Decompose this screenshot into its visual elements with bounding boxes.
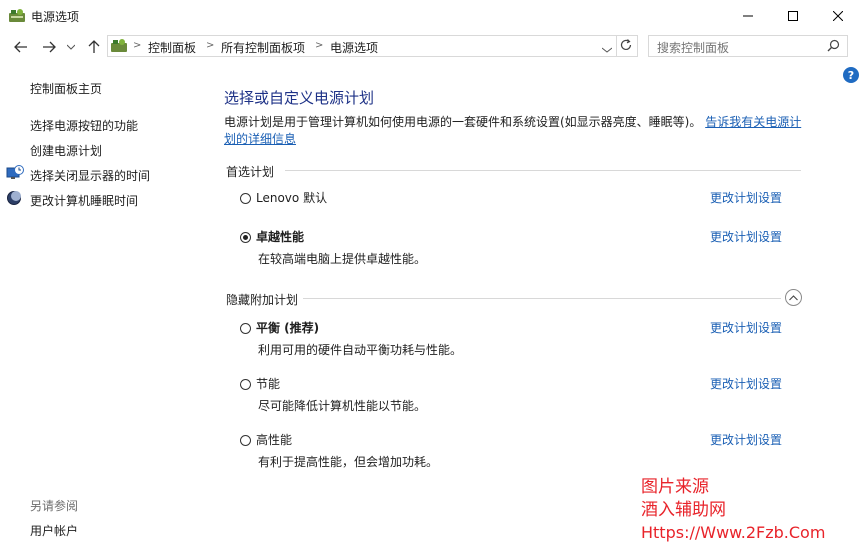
- search-input[interactable]: 搜索控制面板: [648, 35, 848, 57]
- plan-desc-power-saver: 尽可能降低计算机性能以节能。: [258, 399, 427, 413]
- back-button[interactable]: [11, 38, 31, 56]
- chevron-up-icon: [789, 294, 798, 300]
- breadcrumb-separator: >: [133, 40, 142, 51]
- arrow-left-icon: [14, 41, 27, 53]
- recent-locations-button[interactable]: [64, 38, 78, 56]
- chevron-down-icon: [601, 47, 613, 53]
- collapse-hidden-plans-button[interactable]: [785, 289, 802, 306]
- change-plan-ultimate-link[interactable]: 更改计划设置: [710, 228, 782, 245]
- hidden-plans-title: 隐藏附加计划: [226, 293, 299, 307]
- plan-name-ultimate: 卓越性能: [256, 230, 305, 244]
- search-icon[interactable]: [827, 39, 841, 53]
- up-button[interactable]: [84, 38, 104, 56]
- change-plan-lenovo-link[interactable]: 更改计划设置: [710, 189, 782, 206]
- power-options-icon: [8, 7, 26, 25]
- moon-icon: [6, 190, 24, 206]
- sidebar-item-power-button[interactable]: 选择电源按钮的功能: [30, 117, 138, 134]
- address-bar[interactable]: > 控制面板 > 所有控制面板项 > 电源选项: [107, 35, 638, 57]
- help-icon[interactable]: ?: [843, 67, 859, 83]
- search-placeholder: 搜索控制面板: [657, 41, 730, 55]
- plan-name-lenovo: Lenovo 默认: [256, 191, 328, 205]
- control-panel-icon: [110, 38, 128, 54]
- breadcrumb-separator: >: [206, 40, 215, 51]
- sidebar-item-create-plan[interactable]: 创建电源计划: [30, 142, 102, 159]
- page-title: 选择或自定义电源计划: [224, 89, 375, 107]
- arrow-right-icon: [43, 41, 56, 53]
- display-clock-icon: [6, 165, 24, 181]
- plan-radio-ultimate[interactable]: [240, 232, 251, 243]
- close-icon: [833, 10, 843, 21]
- refresh-icon: [620, 39, 632, 51]
- window-title: 电源选项: [31, 10, 80, 24]
- preferred-plans-title: 首选计划: [226, 165, 275, 179]
- plan-radio-balanced[interactable]: [240, 323, 251, 334]
- intro-text: 电源计划是用于管理计算机如何使用电源的一套硬件和系统设置(如显示器亮度、睡眠等)…: [224, 115, 702, 129]
- hidden-divider: [303, 298, 781, 299]
- see-also-title: 另请参阅: [30, 499, 79, 513]
- chevron-down-icon: [67, 44, 75, 50]
- preferred-divider: [285, 170, 801, 171]
- breadcrumb-separator: >: [315, 40, 324, 51]
- see-also-user-accounts[interactable]: 用户帐户: [30, 522, 78, 539]
- intro-paragraph: 电源计划是用于管理计算机如何使用电源的一套硬件和系统设置(如显示器亮度、睡眠等)…: [224, 114, 804, 148]
- title-bar: 电源选项: [0, 0, 862, 32]
- refresh-button[interactable]: [619, 38, 635, 54]
- minimize-icon: [743, 15, 753, 16]
- breadcrumb-all-items[interactable]: 所有控制面板项: [221, 39, 305, 56]
- plan-radio-high-performance[interactable]: [240, 435, 251, 446]
- minimize-button[interactable]: [725, 0, 771, 31]
- plan-desc-ultimate: 在较高端电脑上提供卓越性能。: [258, 252, 427, 266]
- change-plan-balanced-link[interactable]: 更改计划设置: [710, 319, 782, 336]
- plan-name-power-saver: 节能: [256, 377, 281, 391]
- change-plan-high-performance-link[interactable]: 更改计划设置: [710, 431, 782, 448]
- plan-name-balanced: 平衡 (推荐): [256, 321, 320, 335]
- maximize-button[interactable]: [770, 0, 816, 31]
- plan-radio-power-saver[interactable]: [240, 379, 251, 390]
- plan-name-high-performance: 高性能: [256, 433, 293, 447]
- maximize-icon: [788, 10, 798, 21]
- plan-desc-balanced: 利用可用的硬件自动平衡功耗与性能。: [258, 343, 463, 357]
- sidebar-item-sleep[interactable]: 更改计算机睡眠时间: [30, 192, 138, 209]
- breadcrumb-control-panel[interactable]: 控制面板: [148, 39, 196, 56]
- watermark-line-2: 酒入辅助网: [641, 500, 726, 520]
- watermark-line-3: Https://Www.2Fzb.Com: [641, 523, 826, 542]
- arrow-up-icon: [88, 40, 100, 53]
- plan-radio-lenovo[interactable]: [240, 193, 251, 204]
- sidebar-home-link[interactable]: 控制面板主页: [30, 80, 102, 97]
- address-dropdown-button[interactable]: [601, 42, 614, 53]
- plan-desc-high-performance: 有利于提高性能，但会增加功耗。: [258, 455, 439, 469]
- watermark-line-1: 图片来源: [641, 477, 709, 497]
- close-button[interactable]: [815, 0, 861, 31]
- forward-button[interactable]: [39, 38, 59, 56]
- change-plan-power-saver-link[interactable]: 更改计划设置: [710, 375, 782, 392]
- breadcrumb-power-options[interactable]: 电源选项: [330, 39, 378, 56]
- sidebar-item-display-off[interactable]: 选择关闭显示器的时间: [30, 167, 150, 184]
- address-divider: [616, 36, 617, 56]
